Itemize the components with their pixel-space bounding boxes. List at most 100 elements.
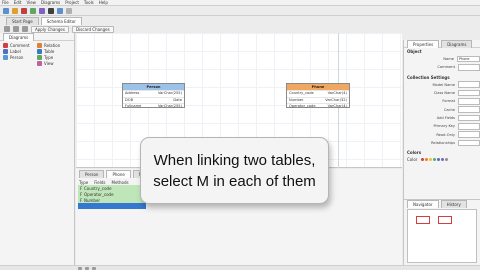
coll-row: Read-Only — [404, 130, 480, 138]
zoom-out-icon[interactable] — [13, 26, 19, 32]
swatch-gray[interactable] — [445, 157, 449, 161]
navigator-tabs: Navigator History — [404, 199, 480, 208]
entity-row[interactable]: Fullname VarChar(255) — [123, 103, 184, 110]
swatch-orange[interactable] — [425, 157, 429, 161]
coll-field[interactable] — [458, 106, 480, 113]
view-icon — [37, 61, 42, 66]
menu-project[interactable]: Project — [65, 0, 79, 5]
palette-item-type[interactable]: Type — [37, 55, 71, 60]
coll-field[interactable] — [458, 89, 480, 97]
tab-diagrams[interactable]: Diagrams — [3, 32, 35, 41]
fit-icon[interactable] — [22, 26, 28, 32]
comment-icon — [3, 43, 8, 48]
coll-field[interactable] — [458, 81, 480, 89]
swatch-red[interactable] — [421, 157, 425, 161]
tab-schema-editor[interactable]: Schema Editor — [40, 16, 82, 25]
run-icon[interactable] — [57, 7, 63, 14]
type-icon — [37, 55, 42, 60]
palette-item-label[interactable]: Label — [3, 49, 37, 54]
undo-icon[interactable] — [30, 7, 36, 14]
field-name: Number — [289, 97, 304, 102]
left-panel: Diagrams Comment Relation Label Table Pe… — [0, 32, 75, 265]
field-type: VarChar(4) — [327, 104, 347, 108]
menu-diagrams[interactable]: Diagrams — [41, 0, 60, 5]
swatch-green[interactable] — [433, 157, 437, 161]
section-object-title: Object — [407, 49, 422, 54]
name-row: Name Phone — [404, 55, 480, 63]
tab-properties[interactable]: Properties — [407, 39, 440, 48]
coll-field[interactable] — [458, 122, 480, 130]
navigator-mini-phone — [438, 216, 452, 224]
coll-field[interactable] — [458, 114, 480, 122]
field-list: F Country_code F Operator_code F Number — [78, 185, 146, 209]
entity-phone[interactable]: Phone Country_code VarChar(4) Number VarCh… — [286, 83, 350, 108]
apply-changes-button[interactable]: Apply Changes — [31, 25, 69, 33]
coll-field[interactable] — [458, 131, 480, 138]
menu-file[interactable]: File — [2, 0, 9, 5]
coll-row: Cache — [404, 105, 480, 113]
label-icon — [3, 49, 8, 54]
tab-diagrams-right[interactable]: Diagrams — [441, 39, 473, 48]
discard-changes-label: Discard Changes — [75, 26, 110, 32]
tab-phone[interactable]: Phone — [106, 170, 131, 178]
status-icon-1[interactable] — [78, 266, 82, 270]
coll-field[interactable] — [458, 98, 480, 105]
palette-item-view[interactable]: View — [37, 61, 71, 66]
save-icon[interactable] — [21, 7, 27, 14]
discard-changes-button[interactable]: Discard Changes — [71, 25, 114, 33]
tab-diagrams-label: Diagrams — [9, 34, 29, 40]
open-folder-icon[interactable] — [12, 7, 18, 14]
palette-item-comment[interactable]: Comment — [3, 43, 37, 48]
navigator-preview[interactable] — [407, 209, 477, 263]
color-row: Color — [404, 156, 480, 163]
tab-person[interactable]: Person — [79, 170, 105, 178]
coll-label: Relationships — [431, 140, 455, 145]
coll-row: Add Fields — [404, 114, 480, 122]
properties-panel: Properties Diagrams Object Name Phone Com… — [403, 39, 480, 199]
coll-row: Format — [404, 97, 480, 105]
palette-item-table[interactable]: Table — [37, 49, 71, 54]
tab-navigator[interactable]: Navigator — [407, 199, 439, 208]
new-file-icon[interactable] — [3, 7, 9, 14]
field-name: DOB — [125, 97, 134, 102]
properties-tabs: Properties Diagrams — [404, 39, 480, 48]
list-item-label: Country_code — [84, 185, 112, 191]
column-methods: Methods — [111, 179, 129, 185]
entity-person[interactable]: Person Address VarChar(255) DOB Date Fulln… — [122, 83, 185, 108]
person-icon — [3, 55, 8, 60]
menu-view[interactable]: View — [26, 0, 36, 5]
name-label: Name — [443, 57, 454, 62]
tab-phone-label: Phone — [112, 172, 125, 177]
palette-item-relation[interactable]: Relation — [37, 43, 71, 48]
settings-icon[interactable] — [48, 7, 54, 14]
coll-row: Class Name — [404, 89, 480, 97]
palette-item-person[interactable]: Person — [3, 55, 37, 60]
name-field[interactable]: Phone — [457, 55, 480, 63]
navigator-mini-person — [416, 216, 430, 224]
menu-help[interactable]: Help — [99, 0, 108, 5]
help-icon[interactable] — [66, 7, 72, 14]
coll-field[interactable] — [458, 139, 480, 147]
tab-history[interactable]: History — [440, 199, 467, 208]
swatch-purple[interactable] — [441, 157, 445, 161]
palette-grid: Comment Relation Label Table Person Type… — [0, 41, 74, 68]
field-name: Country_code — [289, 91, 314, 95]
table-icon — [37, 49, 42, 54]
field-name: Address — [125, 91, 140, 95]
menu-edit[interactable]: Edit — [14, 0, 22, 5]
status-icon-2[interactable] — [85, 266, 89, 270]
redo-icon[interactable] — [39, 7, 45, 14]
coll-label: Format — [442, 99, 455, 104]
palette-item-label: Person — [10, 55, 24, 60]
status-icon-3[interactable] — [92, 266, 96, 270]
comment-field[interactable] — [458, 64, 480, 71]
entity-row[interactable]: Operator_code VarChar(4) — [287, 103, 349, 110]
swatch-blue[interactable] — [437, 157, 441, 161]
menu-tools[interactable]: Tools — [84, 0, 94, 5]
zoom-in-icon[interactable] — [4, 26, 10, 32]
coll-label: Add Fields — [436, 115, 455, 120]
tab-start-page[interactable]: Start Page — [6, 16, 39, 25]
list-item-selected[interactable] — [78, 203, 146, 209]
swatch-yellow[interactable] — [429, 157, 433, 161]
relation-icon — [37, 43, 42, 48]
